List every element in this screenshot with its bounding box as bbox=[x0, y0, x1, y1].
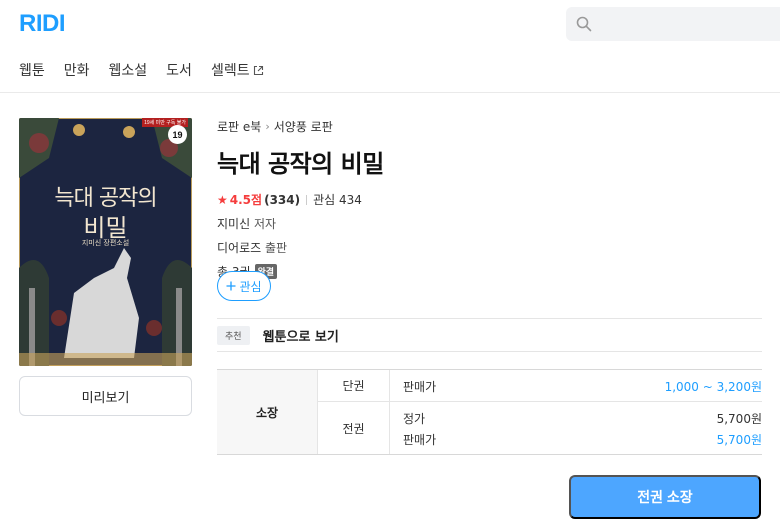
price-kind-full: 전권 bbox=[318, 402, 390, 454]
search-input[interactable] bbox=[566, 7, 780, 41]
nav-item-label: 만화 bbox=[63, 63, 90, 79]
breadcrumb: 로판 e북 › 서양풍 로판 bbox=[217, 118, 762, 135]
age-19-badge: 19 bbox=[168, 125, 187, 144]
ridi-logo[interactable]: RIDI bbox=[19, 10, 66, 38]
external-link-icon bbox=[253, 65, 263, 75]
breadcrumb-item-category[interactable]: 로판 e북 bbox=[217, 118, 261, 135]
price-label: 판매가 bbox=[403, 380, 437, 394]
plus-icon bbox=[226, 281, 236, 291]
nav-item-label: 웹툰 bbox=[19, 63, 45, 79]
rating-row: ★ 4.5점 (334) 관심 434 bbox=[217, 191, 762, 208]
category-nav: 웹툰 만화 웹소설 도서 셀렉트 bbox=[19, 60, 283, 80]
interest-count: 관심 434 bbox=[313, 193, 362, 207]
publisher-role: 출판 bbox=[265, 241, 288, 255]
header-divider bbox=[0, 92, 780, 93]
rating-count[interactable]: (334) bbox=[264, 193, 300, 207]
add-wishlist-button[interactable]: 관심 bbox=[217, 271, 271, 301]
sale-price-label: 판매가 bbox=[403, 433, 437, 447]
price-value: 1,000 ~ 3,200원 bbox=[664, 380, 762, 394]
cover-subtitle: 지미신 장편소설 bbox=[81, 239, 130, 247]
book-cover[interactable]: 19세 미만 구독 불가 19 늑대 공작의 비밀 지미신 장편소설 bbox=[19, 118, 192, 366]
book-title: 늑대 공작의 비밀 bbox=[217, 150, 384, 178]
separator bbox=[306, 194, 308, 205]
price-table: 소장 단권 판매가 1,000 ~ 3,200원 전권 정가 5,700원 판매… bbox=[217, 369, 762, 455]
price-kind-single: 단권 bbox=[318, 370, 390, 401]
nav-item-label: 웹소설 bbox=[108, 63, 148, 79]
list-price-label: 정가 bbox=[403, 412, 426, 426]
buy-all-button[interactable]: 전권 소장 bbox=[569, 475, 761, 519]
author-role: 저자 bbox=[253, 217, 277, 231]
recommend-row: 추천 웹툰으로 보기 bbox=[217, 318, 762, 352]
publisher: 디어로즈 출판 bbox=[217, 239, 762, 256]
nav-item-label: 도서 bbox=[166, 63, 192, 79]
rating-score: 4.5점 bbox=[229, 193, 263, 207]
publisher-name[interactable]: 디어로즈 bbox=[217, 241, 261, 255]
nav-item-webtoon[interactable]: 웹툰 bbox=[19, 60, 45, 80]
webtoon-link[interactable]: 웹툰으로 보기 bbox=[263, 326, 339, 345]
preview-button[interactable]: 미리보기 bbox=[19, 376, 192, 416]
volume-info: 총 3권 완결 bbox=[217, 263, 762, 280]
search-icon bbox=[576, 16, 592, 32]
breadcrumb-item-subcategory[interactable]: 서양풍 로판 bbox=[274, 118, 333, 135]
price-row-full: 전권 정가 5,700원 판매가 5,700원 bbox=[318, 402, 762, 454]
list-price-value: 5,700원 bbox=[716, 412, 762, 426]
recommend-tag: 추천 bbox=[217, 325, 250, 345]
nav-item-label: 셀렉트 bbox=[210, 63, 250, 79]
own-label: 소장 bbox=[217, 370, 318, 454]
nav-item-comics[interactable]: 만화 bbox=[64, 60, 90, 80]
star-icon: ★ bbox=[217, 192, 228, 207]
chevron-right-icon: › bbox=[265, 120, 270, 133]
author-name[interactable]: 지미신 bbox=[217, 217, 250, 231]
nav-item-webnovel[interactable]: 웹소설 bbox=[109, 60, 148, 80]
nav-item-books[interactable]: 도서 bbox=[166, 60, 192, 80]
author: 지미신 저자 bbox=[217, 215, 762, 232]
wishlist-label: 관심 bbox=[239, 279, 262, 294]
price-row-single: 단권 판매가 1,000 ~ 3,200원 bbox=[318, 370, 762, 402]
book-info: 로판 e북 › 서양풍 로판 늑대 공작의 비밀 ★ 4.5점 (334) 관심… bbox=[217, 118, 762, 280]
sale-price-value: 5,700원 bbox=[716, 433, 762, 447]
nav-item-select[interactable]: 셀렉트 bbox=[211, 60, 264, 80]
